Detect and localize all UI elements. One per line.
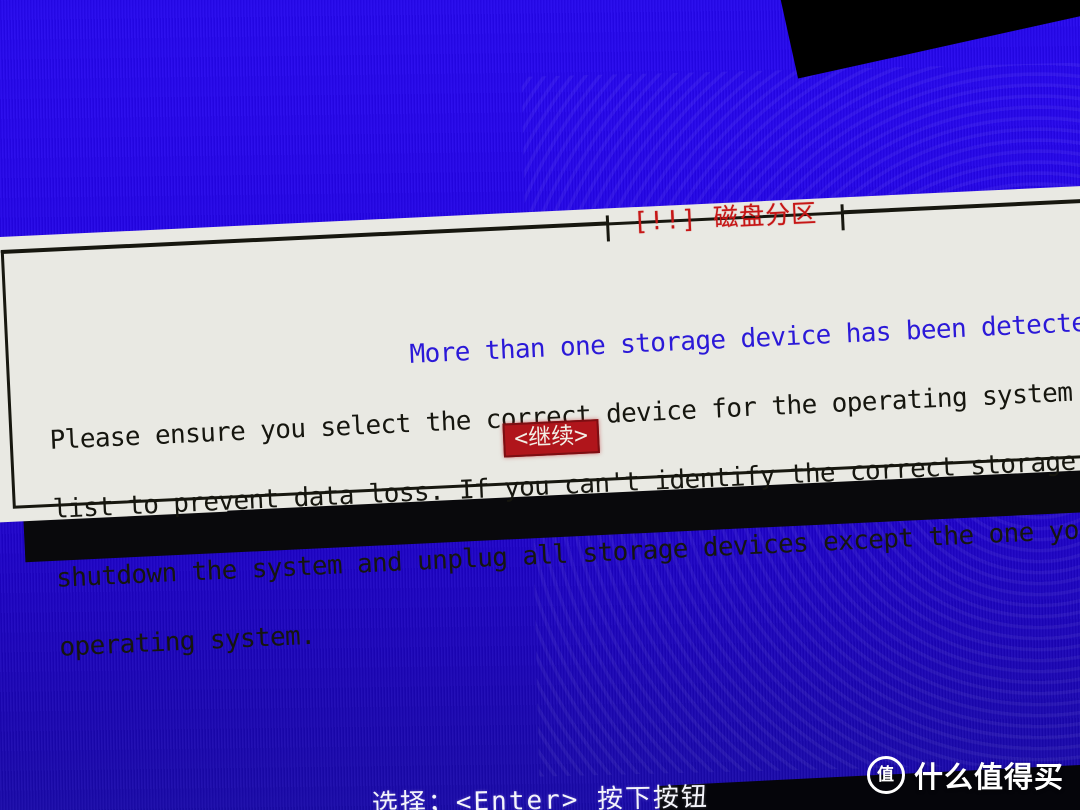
message-line-5: operating system. — [58, 620, 316, 663]
message-line-4: shutdown the system and unplug all stora… — [55, 514, 1080, 594]
titlebar-tick-right — [840, 204, 845, 231]
message-line-1: More than one storage device has been de… — [408, 307, 1080, 370]
watermark-label: 什么值得买 — [913, 760, 1064, 794]
screen-photo: [!!] 磁盘分区 More than one storage device h… — [0, 0, 1080, 810]
disk-partition-dialog: [!!] 磁盘分区 More than one storage device h… — [0, 185, 1080, 663]
dialog-message: More than one storage device has been de… — [44, 265, 1080, 705]
titlebar-tick-left — [605, 215, 610, 242]
panel-bezel-top — [765, 0, 1080, 79]
installer-background: [!!] 磁盘分区 More than one storage device h… — [0, 0, 1080, 810]
watermark-badge-icon: 值 — [866, 756, 905, 794]
watermark: 值 什么值得买 — [866, 754, 1064, 796]
dialog-stack: [!!] 磁盘分区 More than one storage device h… — [0, 176, 1080, 663]
continue-button[interactable]: <继续> — [502, 419, 600, 458]
